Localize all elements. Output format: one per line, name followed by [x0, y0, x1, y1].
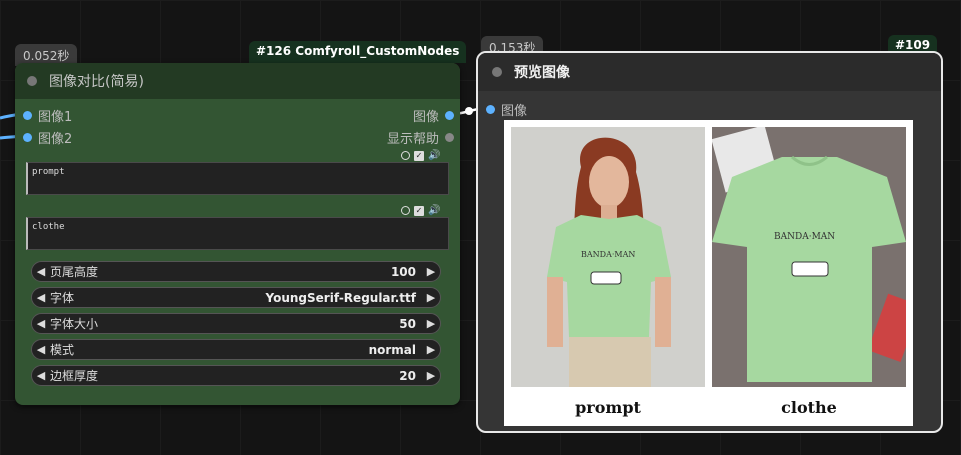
- increment-arrow-icon[interactable]: ▶: [422, 317, 440, 330]
- widget-border-thickness[interactable]: ◀ 边框厚度 20 ▶: [31, 365, 441, 386]
- widget-font[interactable]: ◀ 字体 YoungSerif-Regular.ttf ▶: [31, 287, 441, 308]
- model-photo: BANDA·MAN: [511, 127, 705, 387]
- decrement-arrow-icon[interactable]: ◀: [32, 317, 50, 330]
- output-dot-icon[interactable]: [445, 132, 454, 142]
- output-slot-help[interactable]: 显示帮助: [387, 126, 454, 148]
- tshirt-photo: BANDA·MAN: [712, 127, 906, 387]
- output-dot-icon[interactable]: [445, 110, 454, 120]
- widget-value[interactable]: 50: [399, 317, 416, 331]
- node-title-bar[interactable]: 预览图像: [478, 53, 941, 91]
- widget-mode[interactable]: ◀ 模式 normal ▶: [31, 339, 441, 360]
- input-dot-icon[interactable]: [486, 104, 495, 114]
- next-arrow-icon[interactable]: ▶: [422, 343, 440, 356]
- caption-right: clothe: [781, 398, 837, 417]
- widget-label: 字体: [50, 291, 75, 305]
- speaker-icon[interactable]: 🔊: [428, 150, 440, 161]
- circle-icon[interactable]: [401, 151, 410, 160]
- checkbox-icon[interactable]: ✓: [414, 205, 424, 216]
- textarea2-toolbar: ✓ 🔊: [401, 205, 440, 216]
- widget-label: 边框厚度: [50, 369, 99, 383]
- widget-label: 字体大小: [50, 317, 99, 331]
- increment-arrow-icon[interactable]: ▶: [422, 369, 440, 382]
- widget-value[interactable]: normal: [369, 343, 416, 357]
- input-dot-icon[interactable]: [23, 110, 32, 120]
- next-arrow-icon[interactable]: ▶: [422, 291, 440, 304]
- node-title: 预览图像: [514, 65, 570, 81]
- input-dot-icon[interactable]: [23, 132, 32, 142]
- input-label-image2: 图像2: [38, 131, 73, 147]
- circle-icon[interactable]: [401, 206, 410, 215]
- prev-arrow-icon[interactable]: ◀: [32, 343, 50, 356]
- widget-label: 模式: [50, 343, 75, 357]
- decrement-arrow-icon[interactable]: ◀: [32, 265, 50, 278]
- increment-arrow-icon[interactable]: ▶: [422, 265, 440, 278]
- output-label-help: 显示帮助: [386, 131, 439, 147]
- prev-arrow-icon[interactable]: ◀: [32, 291, 50, 304]
- comparison-preview-image: BANDA·MAN BANDA·MAN prompt clothe: [504, 120, 913, 426]
- node-title: 图像对比(简易): [49, 74, 144, 90]
- caption-left: prompt: [575, 398, 641, 417]
- widget-value[interactable]: 20: [399, 369, 416, 383]
- input-slot-image2[interactable]: 图像2: [15, 126, 72, 148]
- svg-text:BANDA·MAN: BANDA·MAN: [581, 250, 635, 259]
- output-label-image: 图像: [412, 109, 439, 125]
- input-label-image: 图像: [501, 103, 528, 119]
- prompt-textarea[interactable]: prompt: [26, 162, 449, 195]
- widget-label: 页尾高度: [50, 265, 99, 279]
- input-slot-image1[interactable]: 图像1: [15, 104, 72, 126]
- widget-value[interactable]: YoungSerif-Regular.ttf: [266, 291, 417, 305]
- clothe-textarea[interactable]: clothe: [26, 217, 449, 250]
- speaker-icon[interactable]: 🔊: [428, 205, 440, 216]
- widget-font-size[interactable]: ◀ 字体大小 50 ▶: [31, 313, 441, 334]
- input-label-image1: 图像1: [38, 109, 73, 125]
- widget-footer-height[interactable]: ◀ 页尾高度 100 ▶: [31, 261, 441, 282]
- checkbox-icon[interactable]: ✓: [414, 150, 424, 161]
- widget-value[interactable]: 100: [391, 265, 416, 279]
- input-slot-image[interactable]: 图像: [478, 98, 527, 120]
- tshirt-illustration: BANDA·MAN: [712, 127, 906, 387]
- image-compare-node[interactable]: 图像对比(简易) 图像1 图像2 图像 显示帮助 ✓ 🔊 prompt ✓ 🔊 …: [15, 63, 460, 405]
- model-illustration: BANDA·MAN: [511, 127, 705, 387]
- collapse-dot-icon[interactable]: [27, 76, 37, 86]
- decrement-arrow-icon[interactable]: ◀: [32, 369, 50, 382]
- textarea1-toolbar: ✓ 🔊: [401, 150, 440, 161]
- node-title-bar[interactable]: 图像对比(简易): [15, 63, 460, 99]
- collapse-dot-icon[interactable]: [492, 67, 502, 77]
- node-126-id-badge: #126 Comfyroll_CustomNodes: [249, 41, 467, 63]
- svg-text:BANDA·MAN: BANDA·MAN: [774, 232, 835, 242]
- output-slot-image[interactable]: 图像: [413, 104, 454, 126]
